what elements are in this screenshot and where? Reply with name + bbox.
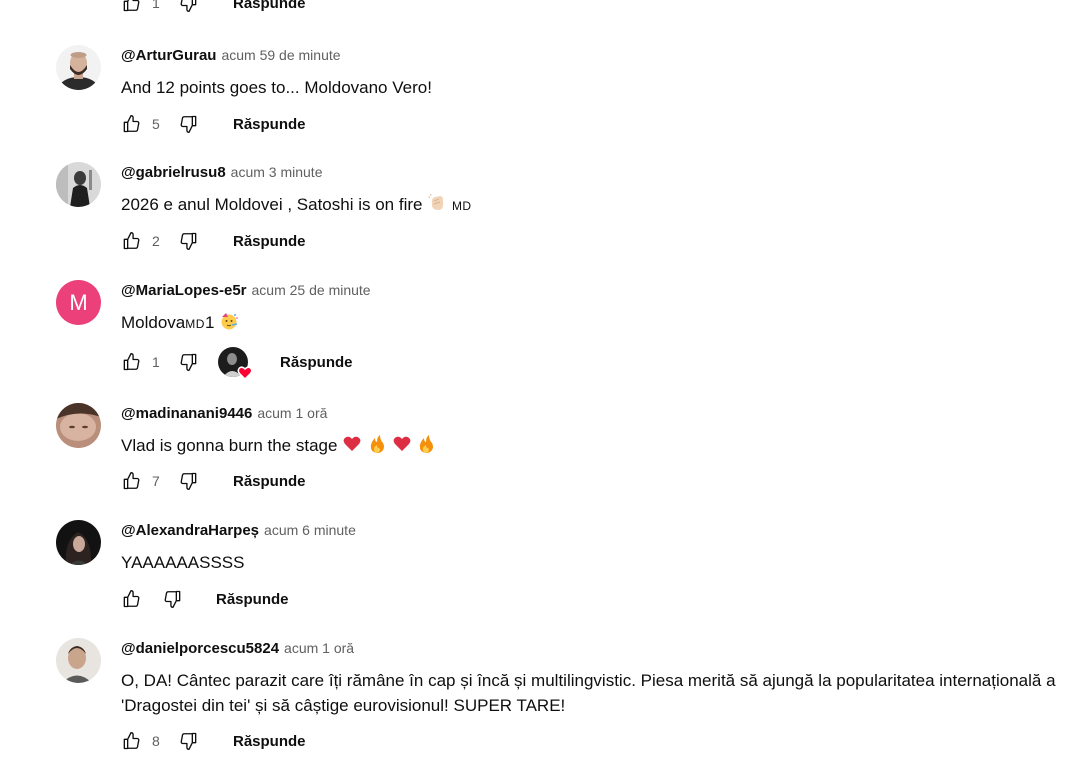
dislike-icon[interactable] bbox=[163, 589, 183, 609]
avatar[interactable] bbox=[56, 45, 101, 90]
comment-header: @ArturGurau acum 59 de minute bbox=[121, 47, 341, 67]
avatar[interactable] bbox=[56, 403, 101, 448]
comment-text-body: Vlad is gonna burn the stage bbox=[121, 436, 338, 455]
comment-header: @AlexandraHarpeș acum 6 minute bbox=[121, 522, 356, 542]
comment-author[interactable]: @gabrielrusu8 bbox=[121, 164, 226, 181]
comment-item: @gabrielrusu8 acum 3 minute 2026 e anul … bbox=[0, 162, 1091, 262]
comment-text: MoldovaMD1 bbox=[121, 310, 1086, 338]
comment-item: M @MariaLopes-e5r acum 25 de minute Mold… bbox=[0, 280, 1091, 390]
avatar[interactable] bbox=[56, 638, 101, 683]
reply-button[interactable]: Răspunde bbox=[233, 733, 306, 750]
comment-text: YAAAAAASSSS bbox=[121, 553, 245, 572]
red-heart-icon bbox=[342, 434, 362, 461]
comment-actions: 8 Răspunde bbox=[121, 729, 306, 753]
reply-button[interactable]: Răspunde bbox=[216, 591, 289, 608]
comment-actions: 7 Răspunde bbox=[121, 469, 306, 493]
like-count: 8 bbox=[152, 733, 160, 749]
like-icon[interactable] bbox=[121, 471, 141, 491]
previous-comment-actions: 1 Răspunde bbox=[121, 0, 306, 14]
like-count: 1 bbox=[152, 0, 160, 11]
comment-header: @danielporcescu5824 acum 1 oră bbox=[121, 640, 354, 660]
dislike-icon[interactable] bbox=[179, 114, 199, 134]
creator-heart-badge bbox=[218, 347, 253, 381]
avatar[interactable] bbox=[56, 162, 101, 207]
comment-text-suffix: 1 bbox=[204, 313, 215, 332]
reply-button[interactable]: Răspunde bbox=[233, 0, 306, 12]
comment-author[interactable]: @madinanani9446 bbox=[121, 405, 252, 422]
red-heart-icon bbox=[392, 434, 412, 461]
reply-button[interactable]: Răspunde bbox=[280, 354, 353, 371]
dislike-icon[interactable] bbox=[179, 352, 199, 372]
comment-time[interactable]: acum 1 oră bbox=[284, 640, 354, 656]
comment-author[interactable]: @AlexandraHarpeș bbox=[121, 522, 259, 539]
dislike-icon[interactable] bbox=[179, 731, 199, 751]
comment-author[interactable]: @ArturGurau bbox=[121, 47, 216, 64]
comment-time[interactable]: acum 25 de minute bbox=[252, 282, 371, 298]
clapping-hands-icon bbox=[427, 193, 447, 220]
heart-icon bbox=[237, 366, 253, 381]
comment-time[interactable]: acum 59 de minute bbox=[221, 47, 340, 63]
like-icon[interactable] bbox=[121, 0, 141, 13]
comment-author[interactable]: @danielporcescu5824 bbox=[121, 640, 279, 657]
comment-item: @danielporcescu5824 acum 1 oră O, DA! Câ… bbox=[0, 638, 1091, 757]
partying-face-icon bbox=[219, 311, 239, 338]
comment-text: And 12 points goes to... Moldovano Vero! bbox=[121, 78, 432, 97]
comment-text: 2026 e anul Moldovei , Satoshi is on fir… bbox=[121, 192, 1086, 220]
comment-header: @MariaLopes-e5r acum 25 de minute bbox=[121, 282, 371, 302]
like-icon[interactable] bbox=[121, 352, 141, 372]
comment-text: O, DA! Cântec parazit care îți rămâne în… bbox=[121, 671, 1056, 715]
fire-icon bbox=[367, 434, 387, 461]
comment-time[interactable]: acum 6 minute bbox=[264, 522, 356, 538]
dislike-icon[interactable] bbox=[179, 471, 199, 491]
comment-header: @gabrielrusu8 acum 3 minute bbox=[121, 164, 322, 184]
like-count: 1 bbox=[152, 354, 160, 370]
flag-md-text: MD bbox=[185, 317, 205, 331]
flag-md-text: MD bbox=[451, 199, 472, 213]
comment-actions: 2 Răspunde bbox=[121, 229, 306, 253]
comment-item: @madinanani9446 acum 1 oră Vlad is gonna… bbox=[0, 403, 1091, 503]
like-count: 7 bbox=[152, 473, 160, 489]
comment-actions: 1 Răspunde bbox=[121, 347, 353, 381]
fire-icon bbox=[416, 434, 436, 461]
dislike-icon[interactable] bbox=[179, 231, 199, 251]
comment-text-body: 2026 e anul Moldovei , Satoshi is on fir… bbox=[121, 195, 423, 214]
like-count: 5 bbox=[152, 116, 160, 132]
like-icon[interactable] bbox=[121, 114, 141, 134]
comment-header: @madinanani9446 acum 1 oră bbox=[121, 405, 327, 425]
comment-actions: Răspunde bbox=[121, 587, 289, 611]
comment-actions: 5 Răspunde bbox=[121, 112, 306, 136]
comment-time[interactable]: acum 3 minute bbox=[231, 164, 323, 180]
like-icon[interactable] bbox=[121, 231, 141, 251]
comment-item: @AlexandraHarpeș acum 6 minute YAAAAAASS… bbox=[0, 520, 1091, 620]
avatar[interactable] bbox=[56, 520, 101, 565]
reply-button[interactable]: Răspunde bbox=[233, 473, 306, 490]
comment-item: @ArturGurau acum 59 de minute And 12 poi… bbox=[0, 45, 1091, 145]
like-icon[interactable] bbox=[121, 589, 141, 609]
reply-button[interactable]: Răspunde bbox=[233, 116, 306, 133]
avatar[interactable]: M bbox=[56, 280, 101, 325]
comment-text-body: Moldova bbox=[121, 313, 186, 332]
comment-author[interactable]: @MariaLopes-e5r bbox=[121, 282, 247, 299]
dislike-icon[interactable] bbox=[179, 0, 199, 13]
reply-button[interactable]: Răspunde bbox=[233, 233, 306, 250]
comment-time[interactable]: acum 1 oră bbox=[257, 405, 327, 421]
comment-text: Vlad is gonna burn the stage bbox=[121, 433, 1086, 461]
like-count: 2 bbox=[152, 233, 160, 249]
like-icon[interactable] bbox=[121, 731, 141, 751]
